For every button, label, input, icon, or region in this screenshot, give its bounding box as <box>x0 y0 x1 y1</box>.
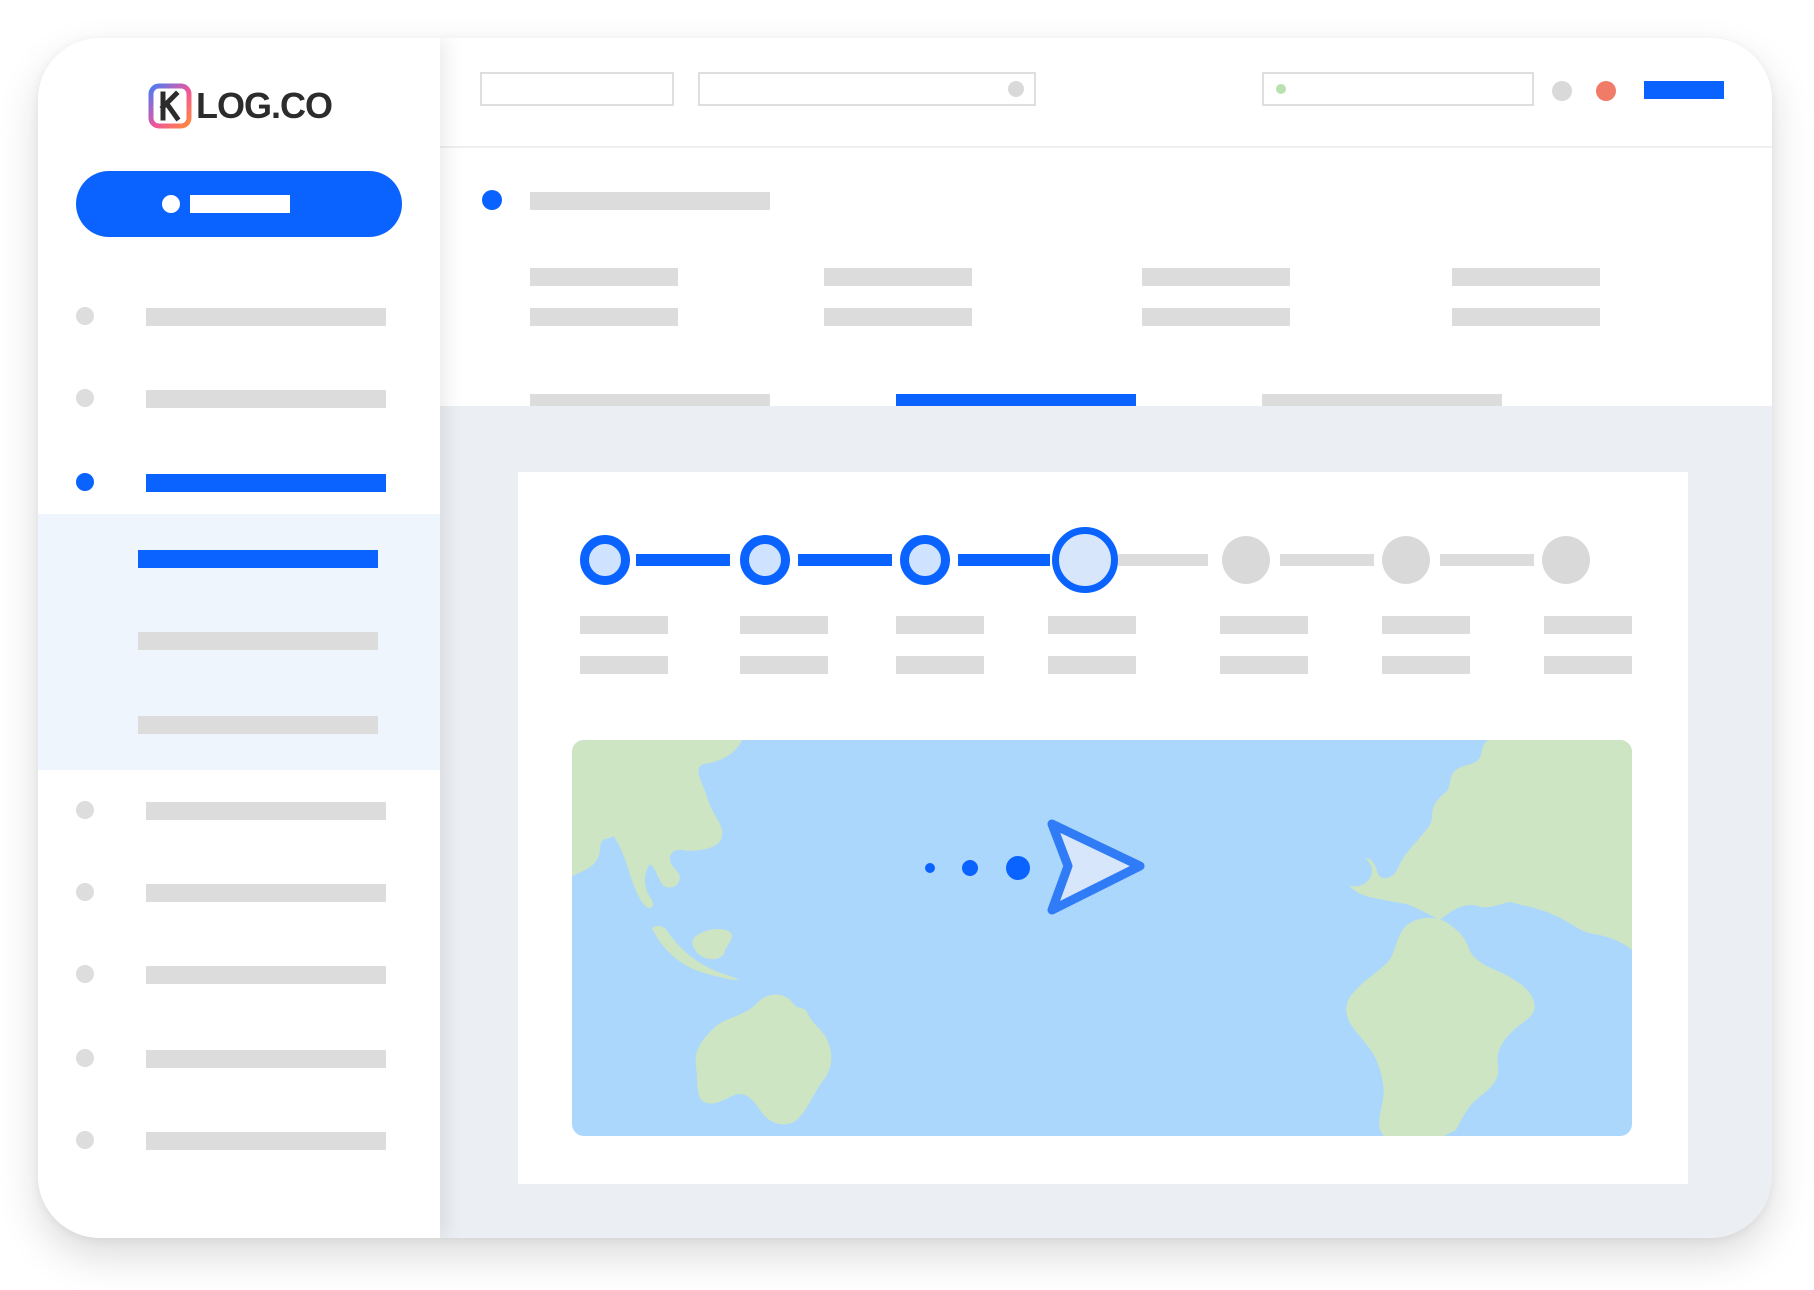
timeline-step-sublabel <box>896 656 984 674</box>
timeline-connector-todo <box>1440 554 1534 566</box>
status-field[interactable] <box>1262 72 1534 106</box>
landmass-americas <box>1248 740 1632 950</box>
timeline-connector-done <box>636 554 730 566</box>
shipment-arrow-icon <box>1047 819 1145 915</box>
timeline-step-1-done[interactable] <box>580 535 630 585</box>
top-bar <box>440 38 1772 148</box>
detail-field-value <box>1452 308 1600 326</box>
sidebar-item-label <box>146 1132 386 1150</box>
timeline-step-sublabel <box>1544 656 1632 674</box>
detail-field-label <box>530 268 678 286</box>
timeline-step-sublabel <box>1048 656 1136 674</box>
nav-bullet-icon <box>76 473 94 491</box>
route-dot <box>962 860 978 876</box>
submenu-item-2[interactable] <box>138 632 378 650</box>
shipment-map[interactable] <box>572 740 1632 1136</box>
nav-bullet-icon <box>76 389 94 407</box>
timeline-step-5-todo[interactable] <box>1222 536 1270 584</box>
timeline-step-label <box>580 616 668 634</box>
nav-bullet-icon <box>76 307 94 325</box>
timeline-connector-todo <box>1118 554 1208 566</box>
nav-bullet-icon <box>76 965 94 983</box>
timeline-step-label <box>1544 616 1632 634</box>
sidebar-item-label <box>146 1050 386 1068</box>
sidebar-item-label <box>146 390 386 408</box>
plus-icon <box>162 195 180 213</box>
primary-action-button[interactable] <box>76 171 402 237</box>
detail-field-label <box>824 268 972 286</box>
sidebar-submenu <box>38 514 440 770</box>
submenu-item-1-active[interactable] <box>138 550 378 568</box>
detail-field-label <box>1142 268 1290 286</box>
sidebar-item-8[interactable] <box>76 1124 386 1156</box>
main-area <box>440 38 1772 1238</box>
landmass-borneo <box>692 929 732 960</box>
shipment-status-icon <box>482 190 502 210</box>
detail-field-value <box>1142 308 1290 326</box>
logo[interactable]: LOG.CO <box>148 78 348 134</box>
timeline-connector-todo <box>1280 554 1374 566</box>
search-icon[interactable] <box>1008 81 1024 97</box>
app-window: LOG.CO <box>38 38 1772 1238</box>
timeline-step-2-done[interactable] <box>740 535 790 585</box>
k-logo-icon <box>148 82 192 130</box>
timeline-step-label <box>1220 616 1308 634</box>
nav-bullet-icon <box>76 1131 94 1149</box>
timeline-step-sublabel <box>580 656 668 674</box>
sidebar-item-2[interactable] <box>76 382 386 414</box>
landmass-asia <box>572 740 742 908</box>
timeline-step-sublabel <box>740 656 828 674</box>
sidebar-item-4[interactable] <box>76 794 386 826</box>
sidebar-item-3-active[interactable] <box>76 466 386 498</box>
sidebar-item-label <box>146 802 386 820</box>
detail-field-value <box>530 308 678 326</box>
sidebar-item-label <box>146 474 386 492</box>
timeline-step-7-todo[interactable] <box>1542 536 1590 584</box>
sidebar-item-1[interactable] <box>76 300 386 332</box>
shipment-details <box>440 148 1772 412</box>
timeline-step-label <box>740 616 828 634</box>
timeline-step-label <box>1048 616 1136 634</box>
profile-icon[interactable] <box>1552 81 1572 101</box>
landmass-south-america <box>1346 917 1535 1136</box>
sidebar-item-7[interactable] <box>76 1042 386 1074</box>
timeline-step-6-todo[interactable] <box>1382 536 1430 584</box>
status-dot-icon <box>1276 84 1286 94</box>
nav-bullet-icon <box>76 883 94 901</box>
route-dot <box>1006 856 1030 880</box>
nav-bullet-icon <box>76 801 94 819</box>
header-action-button[interactable] <box>1644 81 1724 99</box>
sidebar: LOG.CO <box>38 38 440 1238</box>
sidebar-item-label <box>146 308 386 326</box>
timeline-connector-done <box>798 554 892 566</box>
details-title <box>530 192 770 210</box>
detail-field-value <box>824 308 972 326</box>
timeline-connector-done <box>958 554 1050 566</box>
tracking-card <box>518 472 1688 1184</box>
timeline-step-label <box>896 616 984 634</box>
timeline-step-sublabel <box>1382 656 1470 674</box>
sidebar-item-6[interactable] <box>76 958 386 990</box>
timeline-step-4-current[interactable] <box>1052 527 1118 593</box>
timeline-step-label <box>1382 616 1470 634</box>
filter-field[interactable] <box>480 72 674 106</box>
world-map-graphic <box>572 740 1632 1136</box>
search-input[interactable] <box>698 72 1036 106</box>
timeline-step-sublabel <box>1220 656 1308 674</box>
sidebar-item-label <box>146 884 386 902</box>
sidebar-item-label <box>146 966 386 984</box>
logo-text: LOG.CO <box>196 85 333 126</box>
landmass-australia <box>695 994 832 1125</box>
nav-bullet-icon <box>76 1049 94 1067</box>
route-dot <box>925 863 935 873</box>
sidebar-item-5[interactable] <box>76 876 386 908</box>
submenu-item-3[interactable] <box>138 716 378 734</box>
timeline-step-3-done[interactable] <box>900 535 950 585</box>
detail-field-label <box>1452 268 1600 286</box>
primary-action-label <box>190 195 290 213</box>
notification-icon[interactable] <box>1596 81 1616 101</box>
